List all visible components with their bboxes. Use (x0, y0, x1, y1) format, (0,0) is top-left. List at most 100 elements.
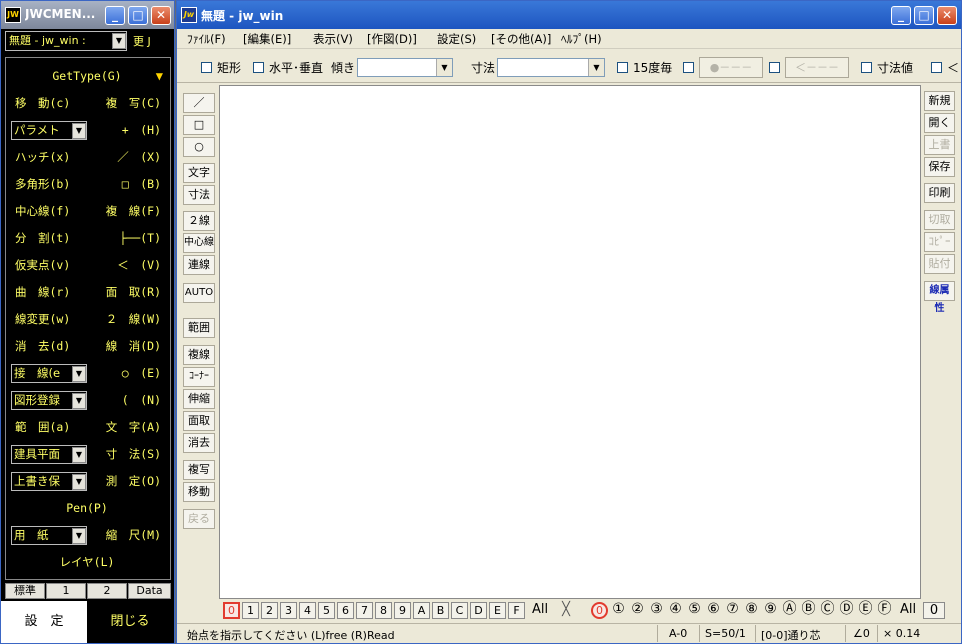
layer-button-8[interactable]: 8 (375, 602, 392, 619)
range-tool-button[interactable]: 範囲 (183, 318, 215, 338)
tab-2[interactable]: 2 (87, 583, 127, 599)
group-button-0[interactable]: 0 (591, 602, 608, 619)
dim-combo[interactable]: ▼ (497, 58, 605, 77)
layer-button-3[interactable]: 3 (280, 602, 297, 619)
polygon-command[interactable]: 多角形(b) (15, 174, 70, 194)
offset-line-command[interactable]: 複 線(F) (106, 201, 161, 221)
overwrite-button[interactable]: 上書 (924, 135, 955, 155)
layer-button-b[interactable]: B (432, 602, 449, 619)
curve-command[interactable]: 曲 線(r) (15, 282, 70, 302)
chevron-down-icon[interactable]: ▼ (72, 528, 86, 544)
chevron-down-icon[interactable]: ▼ (112, 33, 126, 49)
tab-1[interactable]: 1 (46, 583, 86, 599)
parametric-combo[interactable]: パラメト ▼ (11, 121, 87, 140)
status-layer[interactable]: A-0 (669, 627, 687, 640)
tee-command[interactable]: ├──(T) (119, 228, 161, 248)
group-button-4[interactable]: ④ (667, 602, 684, 619)
layer-button-f[interactable]: F (508, 602, 525, 619)
layer-button-0[interactable]: 0 (223, 602, 240, 619)
layer-button-9[interactable]: 9 (394, 602, 411, 619)
group-button-7[interactable]: ⑦ (724, 602, 741, 619)
arc-command[interactable]: ( (N) (122, 390, 161, 410)
layer-button-d[interactable]: D (470, 602, 487, 619)
layer-button-2[interactable]: 2 (261, 602, 278, 619)
line-erase-command[interactable]: 線 消(D) (106, 336, 161, 356)
menu-close-button[interactable]: ✕ (151, 6, 171, 25)
menu-row-pen[interactable]: Pen(P) (7, 498, 167, 518)
overwrite-save-combo[interactable]: 上書き保 ▼ (11, 472, 87, 491)
move-tool-button[interactable]: 移動 (183, 482, 215, 502)
copy-button[interactable]: ｺﾋﾟｰ (924, 232, 955, 252)
menu-row-layer[interactable]: レイヤ(L) (7, 552, 167, 572)
close-menu-button[interactable]: 閉じる (87, 601, 173, 643)
status-group[interactable]: [0-0]通り芯 (761, 627, 821, 643)
paste-button[interactable]: 貼付 (924, 254, 955, 274)
drawing-canvas[interactable] (219, 85, 921, 599)
group-button-3[interactable]: ③ (648, 602, 665, 619)
status-scale[interactable]: S=50/1 (705, 627, 746, 640)
copy-command[interactable]: 複 写(C) (106, 93, 161, 113)
chevron-down-icon[interactable]: ▼ (72, 123, 86, 139)
layer-all-button[interactable]: All (529, 602, 551, 619)
dimension-tool-button[interactable]: 寸法 (183, 185, 215, 205)
layer-button-6[interactable]: 6 (337, 602, 354, 619)
layer-button-e[interactable]: E (489, 602, 506, 619)
figure-register-combo[interactable]: 図形登録 ▼ (11, 391, 87, 410)
layer-button-7[interactable]: 7 (356, 602, 373, 619)
main-maximize-button[interactable]: □ (914, 6, 934, 25)
layer-button-1[interactable]: 1 (242, 602, 259, 619)
group-button-9[interactable]: ⑨ (762, 602, 779, 619)
circle-command[interactable]: ○ (E) (122, 363, 161, 383)
measure-command[interactable]: 測 定(O) (106, 471, 161, 491)
tab-data[interactable]: Data (128, 583, 171, 599)
menu-help[interactable]: ﾍﾙﾌﾟ(H) (561, 31, 602, 47)
range-command[interactable]: 範 囲(a) (15, 417, 70, 437)
point-command[interactable]: + (H) (122, 120, 161, 140)
open-file-button[interactable]: 開く (924, 113, 955, 133)
virtual-point-command[interactable]: 仮実点(v) (15, 255, 70, 275)
double-line-command[interactable]: ２ 線(W) (106, 309, 161, 329)
layer-button-5[interactable]: 5 (318, 602, 335, 619)
chamfer-command[interactable]: 面 取(R) (106, 282, 161, 302)
group-button-1[interactable]: ① (610, 602, 627, 619)
copy-tool-button[interactable]: 複写 (183, 460, 215, 480)
dot-line-checkbox[interactable] (683, 62, 694, 73)
group-button-a[interactable]: Ⓐ (781, 602, 798, 619)
layer-button-c[interactable]: C (451, 602, 468, 619)
gettype-row[interactable]: GetType(G) ▼ (7, 66, 167, 86)
main-close-button[interactable]: ✕ (937, 6, 957, 25)
main-minimize-button[interactable]: _ (891, 6, 911, 25)
menu-edit[interactable]: [編集(E)] (243, 31, 291, 47)
menu-title-bar[interactable]: JW JWCMEN... _ □ ✕ (1, 1, 174, 29)
tangent-combo[interactable]: 接 線(e ▼ (11, 364, 87, 383)
lt-line-button[interactable]: ＜－－－ (785, 57, 849, 78)
group-button-d[interactable]: Ⓓ (838, 602, 855, 619)
undo-tool-button[interactable]: 戻る (183, 509, 215, 529)
move-command[interactable]: 移 動(c) (15, 93, 70, 113)
chevron-down-icon[interactable]: ▼ (436, 59, 452, 76)
text-tool-button[interactable]: 文字 (183, 163, 215, 183)
offset-tool-button[interactable]: 複線 (183, 345, 215, 365)
fixture-plan-combo[interactable]: 建具平面 ▼ (11, 445, 87, 464)
update-label[interactable]: 更 J (133, 33, 151, 49)
group-button-6[interactable]: ⑥ (705, 602, 722, 619)
menu-file[interactable]: ﾌｧｲﾙ(F) (187, 31, 226, 47)
chevron-down-icon[interactable]: ▼ (72, 474, 86, 490)
group-button-b[interactable]: Ⓑ (800, 602, 817, 619)
erase-tool-button[interactable]: 消去 (183, 433, 215, 453)
chamfer-tool-button[interactable]: 面取 (183, 411, 215, 431)
rect-checkbox[interactable] (201, 62, 212, 73)
divide-command[interactable]: 分 割(t) (15, 228, 70, 248)
stretch-tool-button[interactable]: 伸縮 (183, 389, 215, 409)
status-zoom[interactable]: × 0.14 (883, 627, 920, 640)
menu-settings[interactable]: 設定(S) (437, 31, 476, 47)
cut-button[interactable]: 切取 (924, 210, 955, 230)
chevron-down-icon[interactable]: ▼ (72, 393, 86, 409)
menu-other[interactable]: [その他(A)] (491, 31, 551, 47)
chevron-down-icon[interactable]: ▼ (588, 59, 604, 76)
status-angle[interactable]: ∠0 (853, 627, 870, 640)
line-tool-button[interactable]: ／ (183, 93, 215, 113)
chevron-down-icon[interactable]: ▼ (72, 366, 86, 382)
dot-line-button[interactable]: ●－－－ (699, 57, 763, 78)
group-button-8[interactable]: ⑧ (743, 602, 760, 619)
